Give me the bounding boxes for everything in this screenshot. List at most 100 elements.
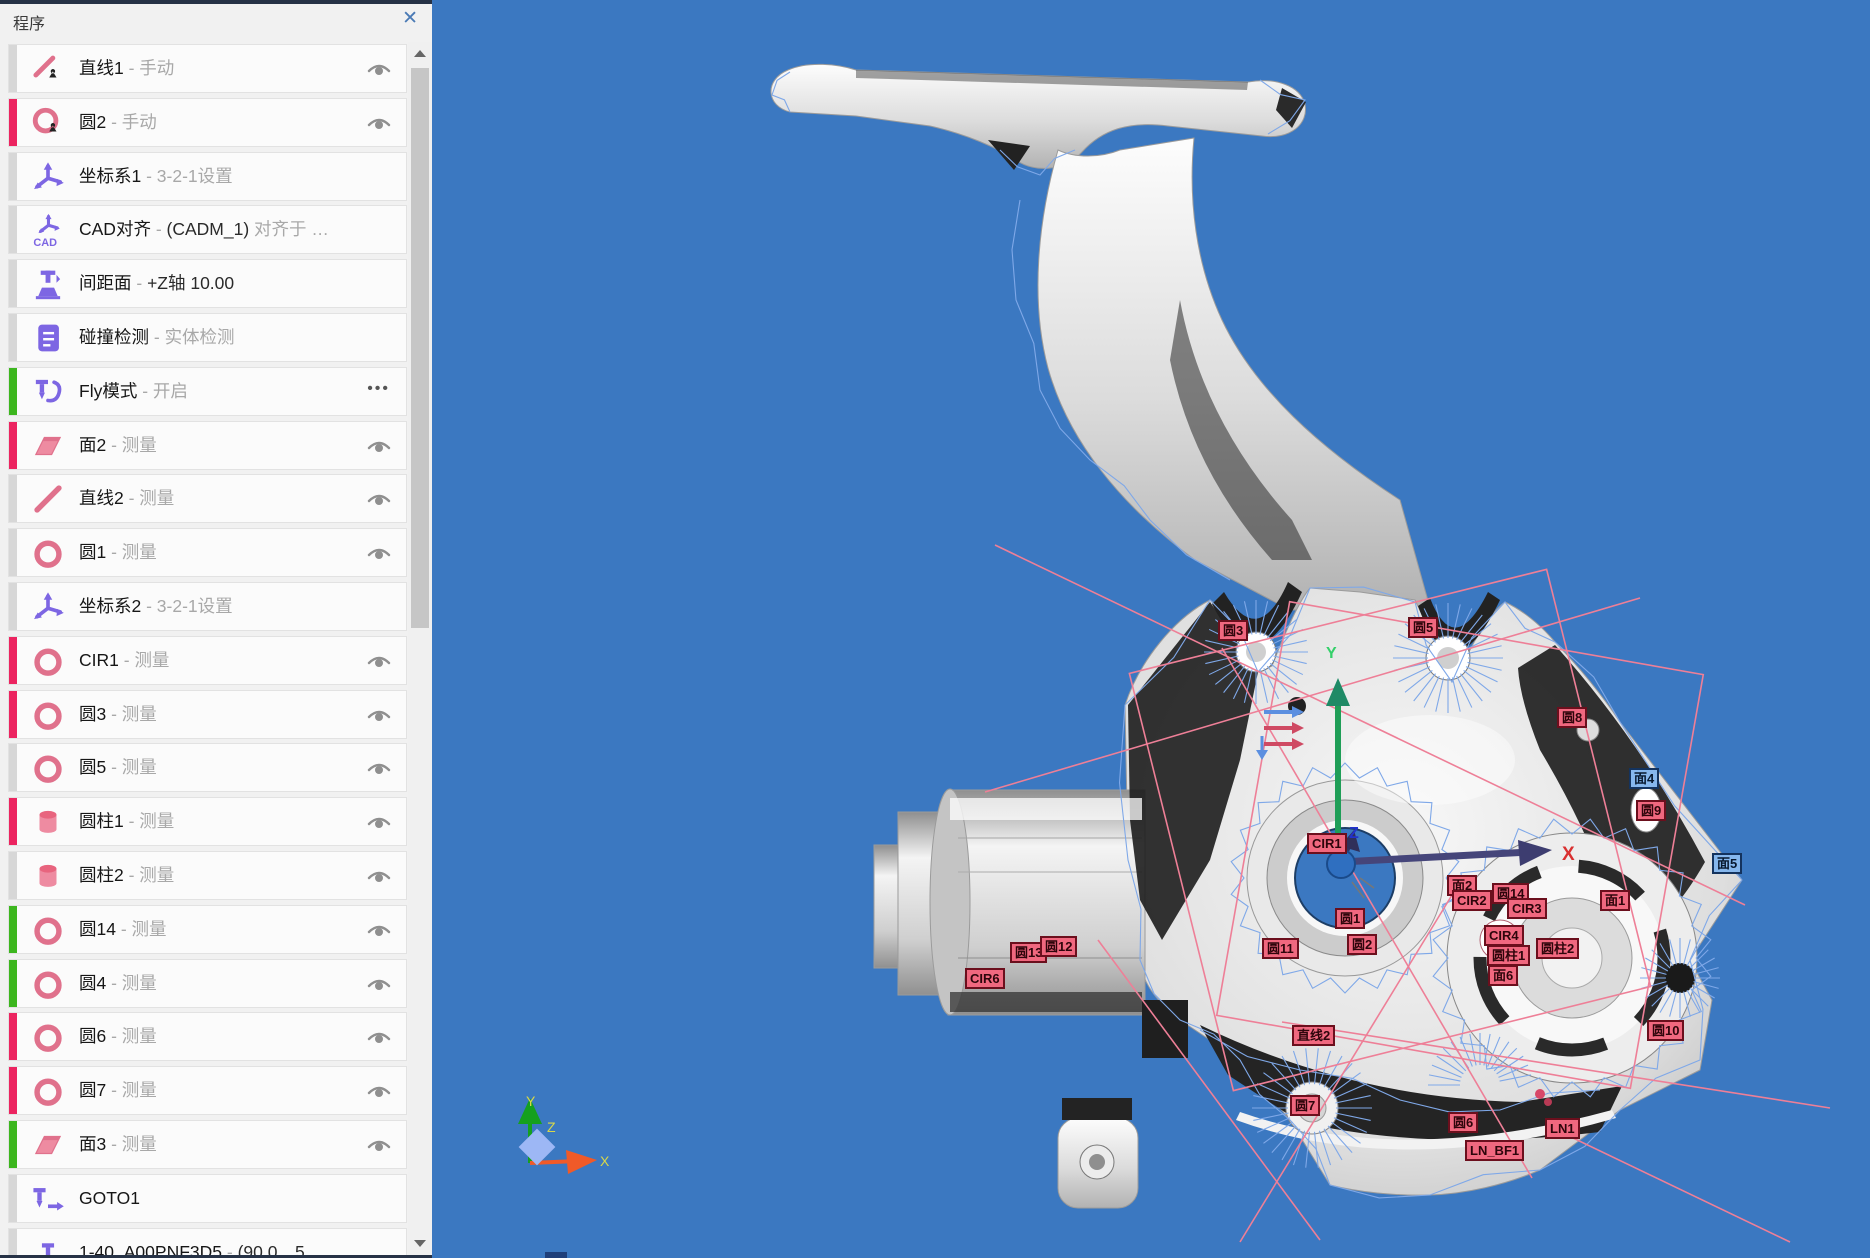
visibility-eye-icon[interactable] <box>366 111 392 133</box>
visibility-eye-icon[interactable] <box>366 1025 392 1047</box>
feature-label-圆柱1[interactable]: 圆柱1 <box>1487 945 1530 966</box>
visibility-eye-icon[interactable] <box>366 434 392 456</box>
step-name: 圆3 <box>79 704 106 724</box>
visibility-eye-icon[interactable] <box>366 972 392 994</box>
step-detail: 3-2-1设置 <box>157 166 233 186</box>
program-step-圆6[interactable]: 圆6 - 测量 <box>8 1012 407 1061</box>
feature-label-面4[interactable]: 面4 <box>1629 768 1659 789</box>
feature-label-圆8[interactable]: 圆8 <box>1557 707 1587 728</box>
step-name: 圆14 <box>79 919 116 939</box>
feature-label-LN_BF1[interactable]: LN_BF1 <box>1465 1140 1524 1161</box>
sidebar-scrollbar[interactable] <box>408 42 432 1255</box>
status-accent <box>9 1067 17 1114</box>
program-step-碰撞检测[interactable]: 碰撞检测 - 实体检测 <box>8 313 407 362</box>
step-name: Fly模式 <box>79 381 137 401</box>
feature-label-面5[interactable]: 面5 <box>1712 853 1742 874</box>
program-step-圆柱1[interactable]: 圆柱1 - 测量 <box>8 797 407 846</box>
feature-label-LN1[interactable]: LN1 <box>1545 1118 1580 1139</box>
visibility-eye-icon[interactable] <box>366 649 392 671</box>
step-name: GOTO1 <box>79 1188 140 1208</box>
status-accent <box>9 1229 17 1258</box>
program-step-圆4[interactable]: 圆4 - 测量 <box>8 959 407 1008</box>
collision-icon <box>31 321 65 355</box>
feature-label-CIR2[interactable]: CIR2 <box>1452 890 1492 911</box>
visibility-eye-icon[interactable] <box>366 541 392 563</box>
application-window: X Y Z Y Z X <box>0 0 1870 1258</box>
program-step-GOTO1[interactable]: GOTO1 <box>8 1174 407 1223</box>
visibility-eye-icon[interactable] <box>366 487 392 509</box>
program-step-坐标系1[interactable]: 坐标系1 - 3-2-1设置 <box>8 152 407 201</box>
scroll-up-icon[interactable] <box>414 50 426 57</box>
feature-label-面6[interactable]: 面6 <box>1488 965 1518 986</box>
step-name: 圆6 <box>79 1026 106 1046</box>
feature-label-圆柱2[interactable]: 圆柱2 <box>1536 938 1579 959</box>
feature-label-圆9[interactable]: 圆9 <box>1636 800 1666 821</box>
program-step-直线2[interactable]: 直线2 - 测量 <box>8 474 407 523</box>
program-step-1-40_A00PNF3D5[interactable]: 1-40_A00PNF3D5 - (90.0…5 <box>8 1228 407 1258</box>
step-name: 圆1 <box>79 542 106 562</box>
status-accent <box>9 744 17 791</box>
visibility-eye-icon[interactable] <box>366 1133 392 1155</box>
program-step-直线1[interactable]: 直线1 - 手动 <box>8 44 407 93</box>
visibility-eye-icon[interactable] <box>366 810 392 832</box>
feature-label-圆10[interactable]: 圆10 <box>1647 1020 1684 1041</box>
svg-text:Y: Y <box>1326 645 1337 662</box>
offset-plane-icon <box>31 267 65 301</box>
feature-label-圆2[interactable]: 圆2 <box>1347 934 1377 955</box>
more-options-icon[interactable]: ••• <box>367 380 390 398</box>
scroll-down-icon[interactable] <box>414 1240 426 1247</box>
program-step-圆2[interactable]: 圆2 - 手动 <box>8 98 407 147</box>
step-name: 间距面 <box>79 273 132 293</box>
feature-label-圆6[interactable]: 圆6 <box>1448 1112 1478 1133</box>
program-step-圆14[interactable]: 圆14 - 测量 <box>8 905 407 954</box>
svg-text:Z: Z <box>1349 825 1359 842</box>
feature-label-面1[interactable]: 面1 <box>1600 890 1630 911</box>
visibility-eye-icon[interactable] <box>366 864 392 886</box>
program-step-Fly模式[interactable]: Fly模式 - 开启••• <box>8 367 407 416</box>
step-detail: 测量 <box>134 650 169 670</box>
feature-label-圆1[interactable]: 圆1 <box>1335 908 1365 929</box>
status-accent <box>9 45 17 92</box>
step-detail: 3-2-1设置 <box>157 596 233 616</box>
program-step-坐标系2[interactable]: 坐标系2 - 3-2-1设置 <box>8 582 407 631</box>
feature-label-圆12[interactable]: 圆12 <box>1040 936 1077 957</box>
visibility-eye-icon[interactable] <box>366 57 392 79</box>
step-detail: 测量 <box>139 488 174 508</box>
program-step-圆3[interactable]: 圆3 - 测量 <box>8 690 407 739</box>
step-name: CIR1 <box>79 650 119 670</box>
program-step-间距面[interactable]: 间距面 - +Z轴 10.00 <box>8 259 407 308</box>
step-name: 圆2 <box>79 112 106 132</box>
feature-label-圆5[interactable]: 圆5 <box>1408 617 1438 638</box>
program-step-CAD对齐[interactable]: CADCAD对齐 - (CADM_1) 对齐于 … <box>8 205 407 254</box>
feature-label-圆3[interactable]: 圆3 <box>1218 620 1248 641</box>
scrollbar-thumb[interactable] <box>411 68 429 628</box>
visibility-eye-icon[interactable] <box>366 756 392 778</box>
program-step-圆7[interactable]: 圆7 - 测量 <box>8 1066 407 1115</box>
step-detail: 测量 <box>122 704 157 724</box>
svg-text:Z: Z <box>547 1119 556 1135</box>
feature-label-CIR3[interactable]: CIR3 <box>1507 898 1547 919</box>
probe-point <box>1544 1098 1552 1106</box>
step-name: 直线1 <box>79 58 124 78</box>
step-name: 直线2 <box>79 488 124 508</box>
feature-label-CIR1[interactable]: CIR1 <box>1307 833 1347 854</box>
feature-label-直线2[interactable]: 直线2 <box>1292 1025 1335 1046</box>
feature-label-圆7[interactable]: 圆7 <box>1290 1095 1320 1116</box>
svg-text:X: X <box>600 1153 610 1169</box>
program-step-面3[interactable]: 面3 - 测量 <box>8 1120 407 1169</box>
status-accent <box>9 314 17 361</box>
visibility-eye-icon[interactable] <box>366 918 392 940</box>
feature-label-CIR4[interactable]: CIR4 <box>1484 925 1524 946</box>
visibility-eye-icon[interactable] <box>366 703 392 725</box>
step-name: 面3 <box>79 1134 106 1154</box>
step-detail: 测量 <box>139 811 174 831</box>
program-step-CIR1[interactable]: CIR1 - 测量 <box>8 636 407 685</box>
visibility-eye-icon[interactable] <box>366 1079 392 1101</box>
feature-label-CIR6[interactable]: CIR6 <box>965 968 1005 989</box>
close-icon[interactable]: ✕ <box>402 7 418 30</box>
program-step-圆5[interactable]: 圆5 - 测量 <box>8 743 407 792</box>
feature-label-圆11[interactable]: 圆11 <box>1262 938 1299 959</box>
program-step-面2[interactable]: 面2 - 测量 <box>8 421 407 470</box>
program-step-圆1[interactable]: 圆1 - 测量 <box>8 528 407 577</box>
program-step-圆柱2[interactable]: 圆柱2 - 测量 <box>8 851 407 900</box>
